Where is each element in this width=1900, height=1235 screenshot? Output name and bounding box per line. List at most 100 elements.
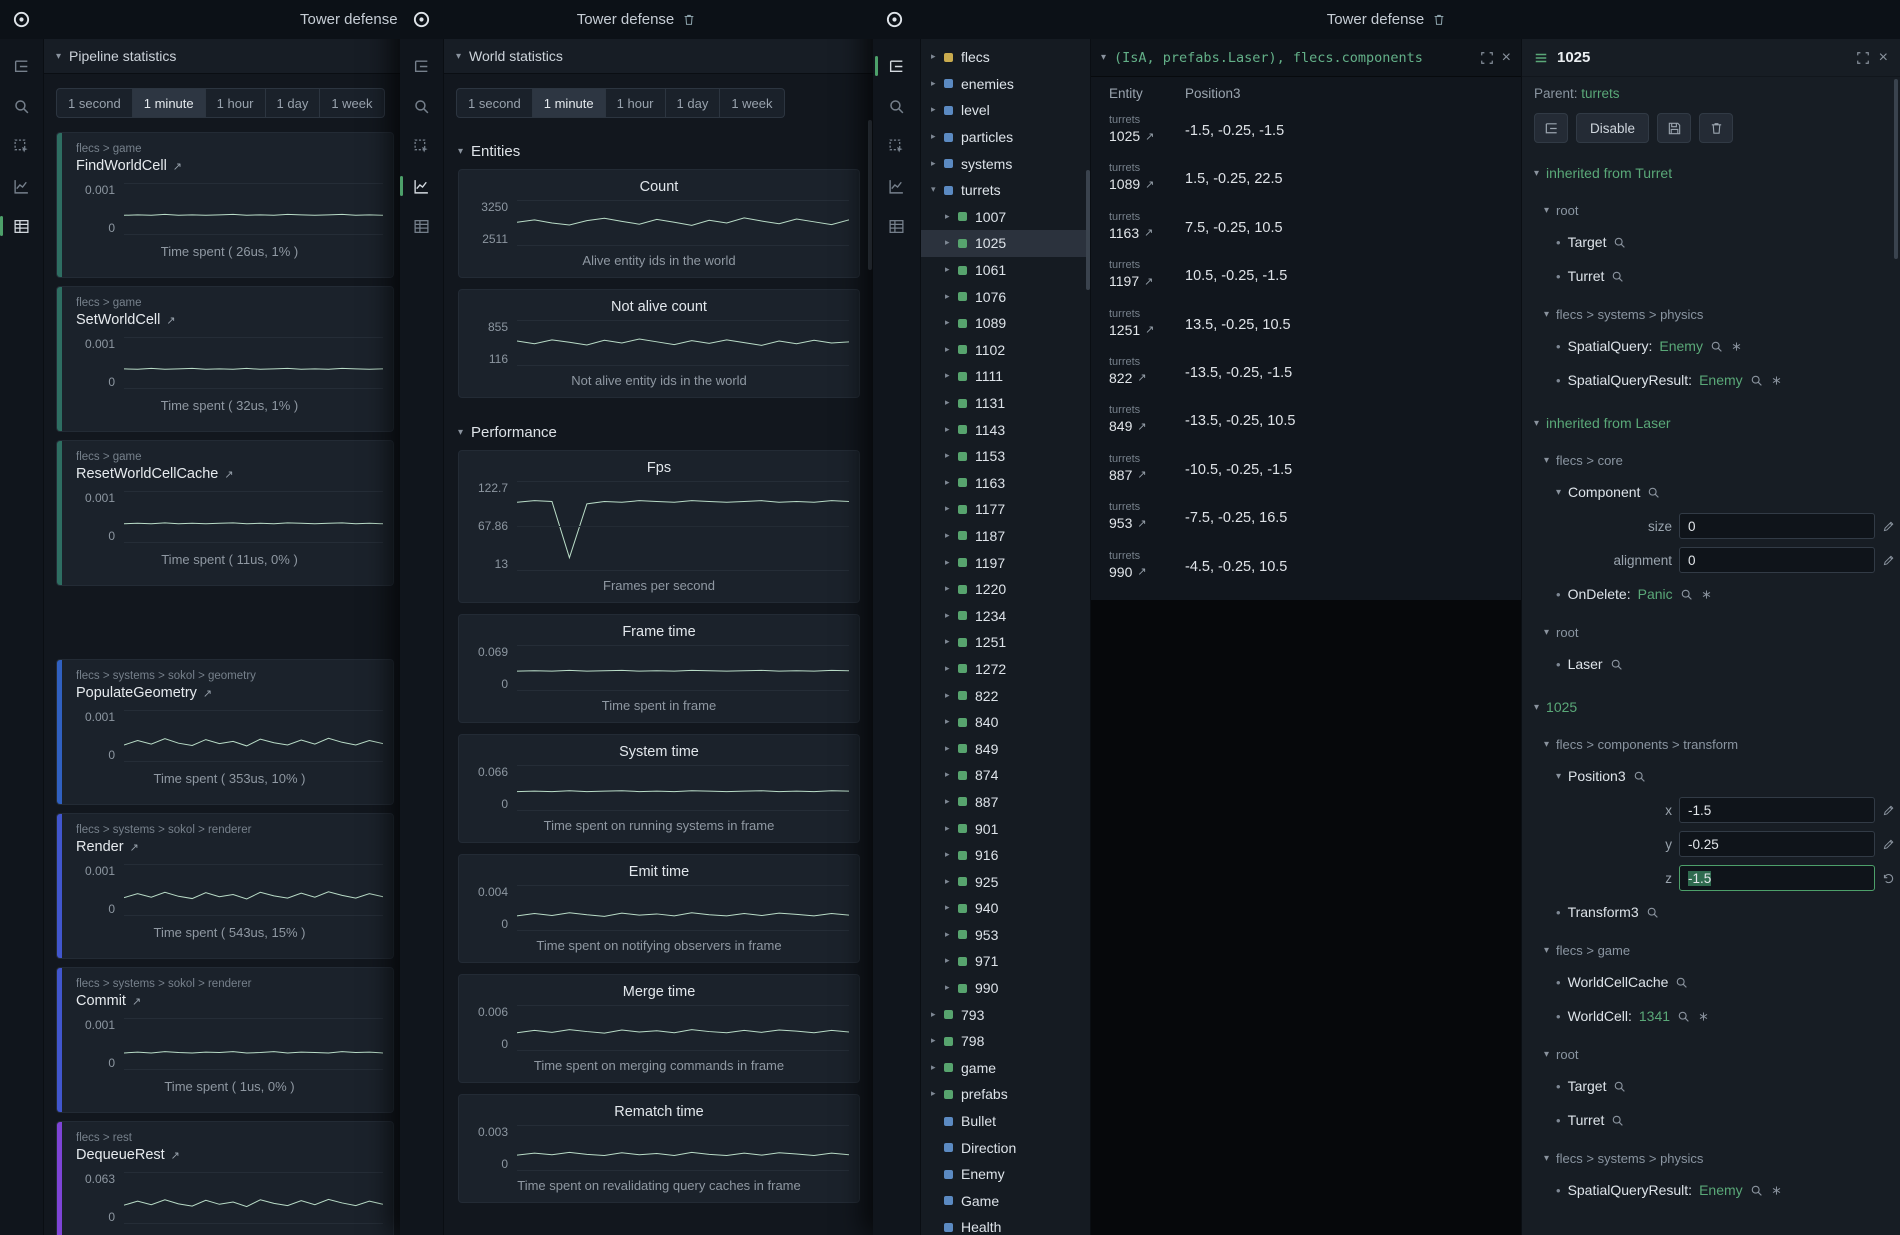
time-range-button[interactable]: 1 day xyxy=(266,88,321,118)
chevron-down-icon[interactable]: ▾ xyxy=(1556,487,1561,498)
wildcard-icon[interactable] xyxy=(1770,374,1783,387)
external-link-icon[interactable]: ↗ xyxy=(1137,517,1146,530)
chevron-right-icon[interactable]: ▸ xyxy=(945,531,958,541)
query-result-row[interactable]: turrets953↗-7.5, -0.25, 16.5 xyxy=(1091,497,1521,545)
chevron-right-icon[interactable]: ▸ xyxy=(945,345,958,355)
query-result-row[interactable]: turrets849↗-13.5, -0.25, 10.5 xyxy=(1091,400,1521,448)
inspector-group[interactable]: ▾flecs > systems > physics xyxy=(1522,1143,1900,1173)
wildcard-icon[interactable] xyxy=(1730,340,1743,353)
section-header[interactable]: ▾Performance xyxy=(444,409,873,450)
search-icon[interactable] xyxy=(1750,1184,1763,1197)
pencil-icon[interactable] xyxy=(1882,554,1895,567)
chevron-right-icon[interactable]: ▸ xyxy=(945,877,958,887)
external-link-icon[interactable]: ↗ xyxy=(1144,226,1153,239)
chevron-right-icon[interactable]: ▸ xyxy=(945,770,958,780)
tree-item-1272[interactable]: ▸1272 xyxy=(921,656,1090,683)
search-icon[interactable] xyxy=(1633,770,1646,783)
chevron-right-icon[interactable]: ▸ xyxy=(945,664,958,674)
scrollbar-thumb[interactable] xyxy=(1086,170,1090,290)
search-icon[interactable] xyxy=(1710,340,1723,353)
inspector-section[interactable]: ▾inherited from Laser xyxy=(1522,407,1900,439)
search-icon[interactable] xyxy=(1647,486,1660,499)
tree-item-840[interactable]: ▸840 xyxy=(921,709,1090,736)
external-link-icon[interactable]: ↗ xyxy=(224,468,233,481)
search-icon[interactable] xyxy=(1680,588,1693,601)
external-link-icon[interactable]: ↗ xyxy=(173,160,182,173)
close-icon[interactable]: × xyxy=(1879,50,1888,66)
tree-item-Game[interactable]: Game xyxy=(921,1188,1090,1215)
tree-item-971[interactable]: ▸971 xyxy=(921,948,1090,975)
search-icon[interactable] xyxy=(9,93,35,119)
time-range-button[interactable]: 1 hour xyxy=(206,88,266,118)
tree-item-916[interactable]: ▸916 xyxy=(921,842,1090,869)
chevron-right-icon[interactable]: ▸ xyxy=(931,52,944,62)
tree-item-1076[interactable]: ▸1076 xyxy=(921,283,1090,310)
tree-item-1025[interactable]: ▸1025 xyxy=(921,230,1090,257)
chevron-right-icon[interactable]: ▸ xyxy=(945,451,958,461)
time-range-button[interactable]: 1 week xyxy=(720,88,784,118)
query-result-row[interactable]: turrets1197↗10.5, -0.25, -1.5 xyxy=(1091,255,1521,303)
fullscreen-icon[interactable] xyxy=(1480,51,1494,65)
time-range-button[interactable]: 1 second xyxy=(56,88,133,118)
inspector-group[interactable]: ▾flecs > systems > physics xyxy=(1522,299,1900,329)
chevron-right-icon[interactable]: ▸ xyxy=(945,478,958,488)
search-icon[interactable] xyxy=(884,93,910,119)
tree-item-1143[interactable]: ▸1143 xyxy=(921,416,1090,443)
tree-item-1177[interactable]: ▸1177 xyxy=(921,496,1090,523)
tree-item-1251[interactable]: ▸1251 xyxy=(921,629,1090,656)
disable-button[interactable]: Disable xyxy=(1576,113,1649,143)
chevron-right-icon[interactable]: ▸ xyxy=(945,956,958,966)
chevron-right-icon[interactable]: ▸ xyxy=(945,824,958,834)
query-result-row[interactable]: turrets990↗-4.5, -0.25, 10.5 xyxy=(1091,546,1521,594)
inspect-icon[interactable] xyxy=(409,133,435,159)
tree-item-925[interactable]: ▸925 xyxy=(921,868,1090,895)
chevron-down-icon[interactable]: ▾ xyxy=(1544,1049,1549,1060)
tree-item-1153[interactable]: ▸1153 xyxy=(921,443,1090,470)
tree-item-798[interactable]: ▸798 xyxy=(921,1028,1090,1055)
tree-item-1007[interactable]: ▸1007 xyxy=(921,204,1090,231)
outliner-icon[interactable] xyxy=(409,53,435,79)
time-range-button[interactable]: 1 minute xyxy=(533,88,606,118)
query-expression[interactable]: (IsA, prefabs.Laser), flecs.components xyxy=(1114,50,1472,66)
field-input-alignment[interactable]: 0 xyxy=(1679,547,1875,573)
inspector-group[interactable]: ▾flecs > components > transform xyxy=(1522,729,1900,759)
component-value-link[interactable]: 1341 xyxy=(1639,1008,1670,1024)
search-icon[interactable] xyxy=(1677,1010,1690,1023)
tree-item-990[interactable]: ▸990 xyxy=(921,975,1090,1002)
external-link-icon[interactable]: ↗ xyxy=(132,995,141,1008)
scrollbar-thumb[interactable] xyxy=(1894,79,1898,259)
inspector-group[interactable]: ▾root xyxy=(1522,617,1900,647)
chevron-right-icon[interactable]: ▸ xyxy=(945,744,958,754)
chevron-right-icon[interactable]: ▸ xyxy=(945,903,958,913)
pencil-icon[interactable] xyxy=(1882,838,1895,851)
outliner-icon[interactable] xyxy=(884,53,910,79)
external-link-icon[interactable]: ↗ xyxy=(1145,178,1154,191)
chevron-down-icon[interactable]: ▾ xyxy=(931,185,944,195)
chevron-right-icon[interactable]: ▸ xyxy=(931,159,944,169)
tree-item-901[interactable]: ▸901 xyxy=(921,815,1090,842)
chevron-down-icon[interactable]: ▾ xyxy=(1534,168,1539,179)
tree-item-887[interactable]: ▸887 xyxy=(921,789,1090,816)
tree-item-849[interactable]: ▸849 xyxy=(921,735,1090,762)
tree-item-822[interactable]: ▸822 xyxy=(921,682,1090,709)
inspector-group[interactable]: ▾root xyxy=(1522,1039,1900,1069)
chevron-down-icon[interactable]: ▾ xyxy=(458,146,463,157)
inspector-group[interactable]: ▾flecs > game xyxy=(1522,935,1900,965)
chart-icon[interactable] xyxy=(884,173,910,199)
chevron-down-icon[interactable]: ▾ xyxy=(56,51,61,62)
tree-item-1089[interactable]: ▸1089 xyxy=(921,310,1090,337)
chevron-right-icon[interactable]: ▸ xyxy=(945,637,958,647)
search-icon[interactable] xyxy=(1675,976,1688,989)
chevron-right-icon[interactable]: ▸ xyxy=(945,691,958,701)
external-link-icon[interactable]: ↗ xyxy=(203,687,212,700)
chevron-down-icon[interactable]: ▾ xyxy=(1544,1153,1549,1164)
table-icon[interactable] xyxy=(409,213,435,239)
trash-icon[interactable] xyxy=(682,13,696,27)
tree-item-Health[interactable]: Health xyxy=(921,1214,1090,1235)
pencil-icon[interactable] xyxy=(1882,804,1895,817)
tree-item-953[interactable]: ▸953 xyxy=(921,922,1090,949)
query-result-row[interactable]: turrets1025↗-1.5, -0.25, -1.5 xyxy=(1091,110,1521,158)
chart-icon[interactable] xyxy=(409,173,435,199)
time-range-button[interactable]: 1 day xyxy=(666,88,721,118)
chevron-down-icon[interactable]: ▾ xyxy=(1544,739,1549,750)
